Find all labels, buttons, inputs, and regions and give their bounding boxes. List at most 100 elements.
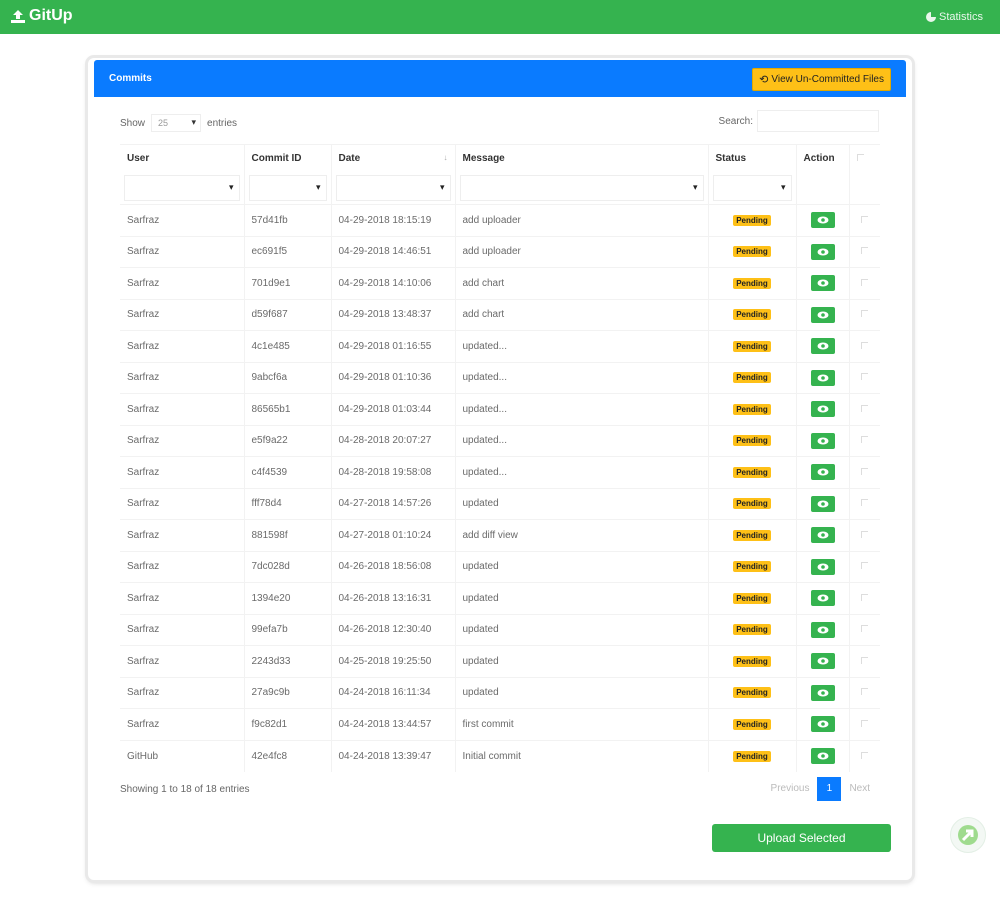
cell-message: add uploader: [454, 204, 708, 236]
view-commit-button[interactable]: [810, 338, 835, 355]
row-checkbox[interactable]: [861, 215, 869, 223]
filter-commit-id-select[interactable]: [248, 174, 327, 201]
view-commit-button[interactable]: [810, 716, 835, 733]
cell-action: [795, 267, 849, 299]
cell-date: 04-28-2018 20:07:27: [330, 424, 455, 457]
cell-select: [848, 267, 880, 299]
view-uncommitted-button[interactable]: ⟲ View Un-Committed Files: [752, 68, 891, 91]
commits-table: User Commit ID Date ↓ Message Status Acti…: [120, 144, 880, 772]
column-select[interactable]: [848, 144, 880, 172]
previous-button[interactable]: Previous: [763, 777, 818, 801]
table-row: Sarfraz c4f4539 04-28-2018 19:58:08 updated…: [120, 456, 880, 488]
table-header-row: User Commit ID Date ↓ Message Status Acti…: [120, 144, 880, 172]
view-commit-button[interactable]: [810, 590, 835, 607]
cell-message: updated: [454, 582, 708, 614]
view-commit-button[interactable]: [810, 748, 835, 764]
cell-date: 04-29-2018 14:46:51: [330, 235, 455, 268]
row-checkbox[interactable]: [861, 436, 869, 444]
view-commit-button[interactable]: [810, 464, 835, 481]
column-action[interactable]: Action: [795, 144, 849, 172]
filter-message-select[interactable]: [459, 174, 704, 201]
view-commit-button[interactable]: [810, 306, 835, 323]
view-uncommitted-label: View Un-Committed Files: [771, 74, 884, 85]
cell-select: [848, 393, 880, 425]
cell-select: [848, 235, 880, 268]
statistics-label: Statistics: [938, 11, 983, 23]
filter-status-select[interactable]: [712, 174, 792, 201]
row-checkbox[interactable]: [861, 467, 869, 475]
cell-action: [795, 393, 849, 425]
page-1-button[interactable]: 1: [817, 777, 842, 801]
cell-action: [795, 361, 849, 394]
cell-date: 04-29-2018 13:48:37: [330, 298, 455, 331]
row-checkbox[interactable]: [861, 625, 869, 633]
view-commit-button[interactable]: [810, 558, 835, 575]
card-title: Commits: [109, 73, 152, 84]
status-badge: Pending: [733, 750, 771, 762]
view-commit-button[interactable]: [810, 495, 835, 512]
search-input[interactable]: [757, 110, 879, 132]
page-length-select[interactable]: 25: [151, 114, 202, 132]
view-commit-button[interactable]: [810, 369, 835, 386]
filter-date-select[interactable]: [335, 174, 451, 201]
cell-commit-id: 4c1e485: [243, 330, 331, 362]
row-checkbox[interactable]: [861, 751, 869, 759]
cell-select: [848, 330, 880, 362]
view-commit-button[interactable]: [810, 275, 835, 292]
column-status[interactable]: Status: [707, 144, 796, 172]
cell-commit-id: 881598f: [243, 519, 331, 551]
view-commit-button[interactable]: [810, 243, 835, 260]
table-row: Sarfraz 7dc028d 04-26-2018 18:56:08 updated…: [120, 550, 880, 583]
column-commit-id[interactable]: Commit ID: [243, 144, 331, 172]
cell-date: 04-26-2018 13:16:31: [330, 582, 455, 614]
row-checkbox[interactable]: [861, 688, 869, 696]
view-commit-button[interactable]: [810, 432, 835, 449]
row-checkbox[interactable]: [861, 373, 869, 381]
upload-selected-button[interactable]: Upload Selected: [712, 824, 891, 852]
table-row: Sarfraz 99efa7b 04-26-2018 12:30:40 updated…: [120, 613, 880, 646]
brand-link[interactable]: GitUp: [11, 7, 73, 25]
row-checkbox[interactable]: [861, 341, 869, 349]
cell-user: Sarfraz: [120, 582, 244, 614]
row-checkbox[interactable]: [861, 404, 869, 412]
cell-user: Sarfraz: [120, 456, 244, 488]
next-button[interactable]: Next: [841, 777, 878, 801]
cell-date: 04-26-2018 18:56:08: [330, 550, 455, 583]
table-row: Sarfraz d59f687 04-29-2018 13:48:37 add cha…: [120, 298, 880, 331]
row-checkbox[interactable]: [861, 562, 869, 570]
view-commit-button[interactable]: [810, 212, 835, 229]
row-checkbox[interactable]: [861, 310, 869, 318]
cell-user: GitHub: [120, 739, 244, 772]
cell-action: [795, 487, 849, 520]
cell-user: Sarfraz: [120, 361, 244, 394]
row-checkbox[interactable]: [861, 719, 869, 727]
row-checkbox[interactable]: [861, 499, 869, 507]
cell-user: Sarfraz: [120, 393, 244, 425]
cell-date: 04-24-2018 16:11:34: [330, 676, 455, 709]
view-commit-button[interactable]: [810, 621, 835, 638]
view-commit-button[interactable]: [810, 684, 835, 701]
select-all-checkbox[interactable]: [856, 153, 864, 161]
cell-user: Sarfraz: [120, 550, 244, 583]
view-commit-button[interactable]: [810, 401, 835, 418]
floating-action-button[interactable]: [950, 817, 986, 853]
status-badge: Pending: [733, 277, 771, 289]
cell-commit-id: 42e4fc8: [243, 739, 331, 772]
column-message[interactable]: Message: [454, 144, 708, 172]
row-checkbox[interactable]: [861, 530, 869, 538]
status-badge: Pending: [733, 340, 771, 352]
cell-status: Pending: [707, 298, 796, 331]
column-date[interactable]: Date ↓: [330, 144, 455, 172]
view-commit-button[interactable]: [810, 653, 835, 670]
status-badge: Pending: [733, 372, 771, 384]
column-user[interactable]: User: [120, 144, 244, 172]
column-date-label: Date: [338, 152, 361, 164]
view-commit-button[interactable]: [810, 527, 835, 544]
row-checkbox[interactable]: [861, 656, 869, 664]
statistics-link[interactable]: Statistics: [925, 11, 983, 23]
status-badge: Pending: [733, 214, 771, 226]
row-checkbox[interactable]: [861, 593, 869, 601]
row-checkbox[interactable]: [861, 247, 869, 255]
row-checkbox[interactable]: [861, 278, 869, 286]
filter-user-select[interactable]: [124, 174, 240, 201]
